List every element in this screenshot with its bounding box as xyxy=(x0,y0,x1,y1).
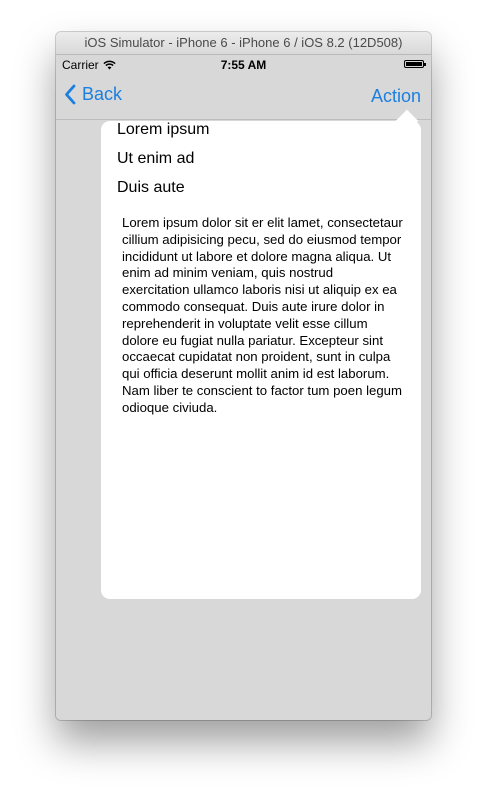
window-title: iOS Simulator - iPhone 6 - iPhone 6 / iO… xyxy=(84,35,403,50)
navigation-bar: Back Action xyxy=(56,75,431,120)
popover-body-text: Lorem ipsum dolor sit er elit lamet, con… xyxy=(122,215,403,415)
device-screen: Carrier 7:55 AM Back Action Lorem ipsum … xyxy=(56,55,431,720)
back-button[interactable]: Back xyxy=(64,84,122,105)
status-bar: Carrier 7:55 AM xyxy=(56,55,431,75)
menu-item-lorem-ipsum[interactable]: Lorem ipsum xyxy=(117,121,407,150)
menu-item-duis-aute[interactable]: Duis aute xyxy=(117,179,407,208)
action-button[interactable]: Action xyxy=(371,86,421,107)
status-time: 7:55 AM xyxy=(220,58,267,72)
menu-item-ut-enim-ad[interactable]: Ut enim ad xyxy=(117,150,407,179)
popover-menu: Lorem ipsum Ut enim ad Duis aute xyxy=(117,121,407,208)
window-title-bar[interactable]: iOS Simulator - iPhone 6 - iPhone 6 / iO… xyxy=(56,32,431,55)
back-button-label: Back xyxy=(82,84,123,104)
battery-icon xyxy=(404,60,426,68)
chevron-left-icon xyxy=(65,84,76,105)
simulator-window: iOS Simulator - iPhone 6 - iPhone 6 / iO… xyxy=(56,32,431,720)
action-popover: Lorem ipsum Ut enim ad Duis aute Lorem i… xyxy=(101,109,421,599)
